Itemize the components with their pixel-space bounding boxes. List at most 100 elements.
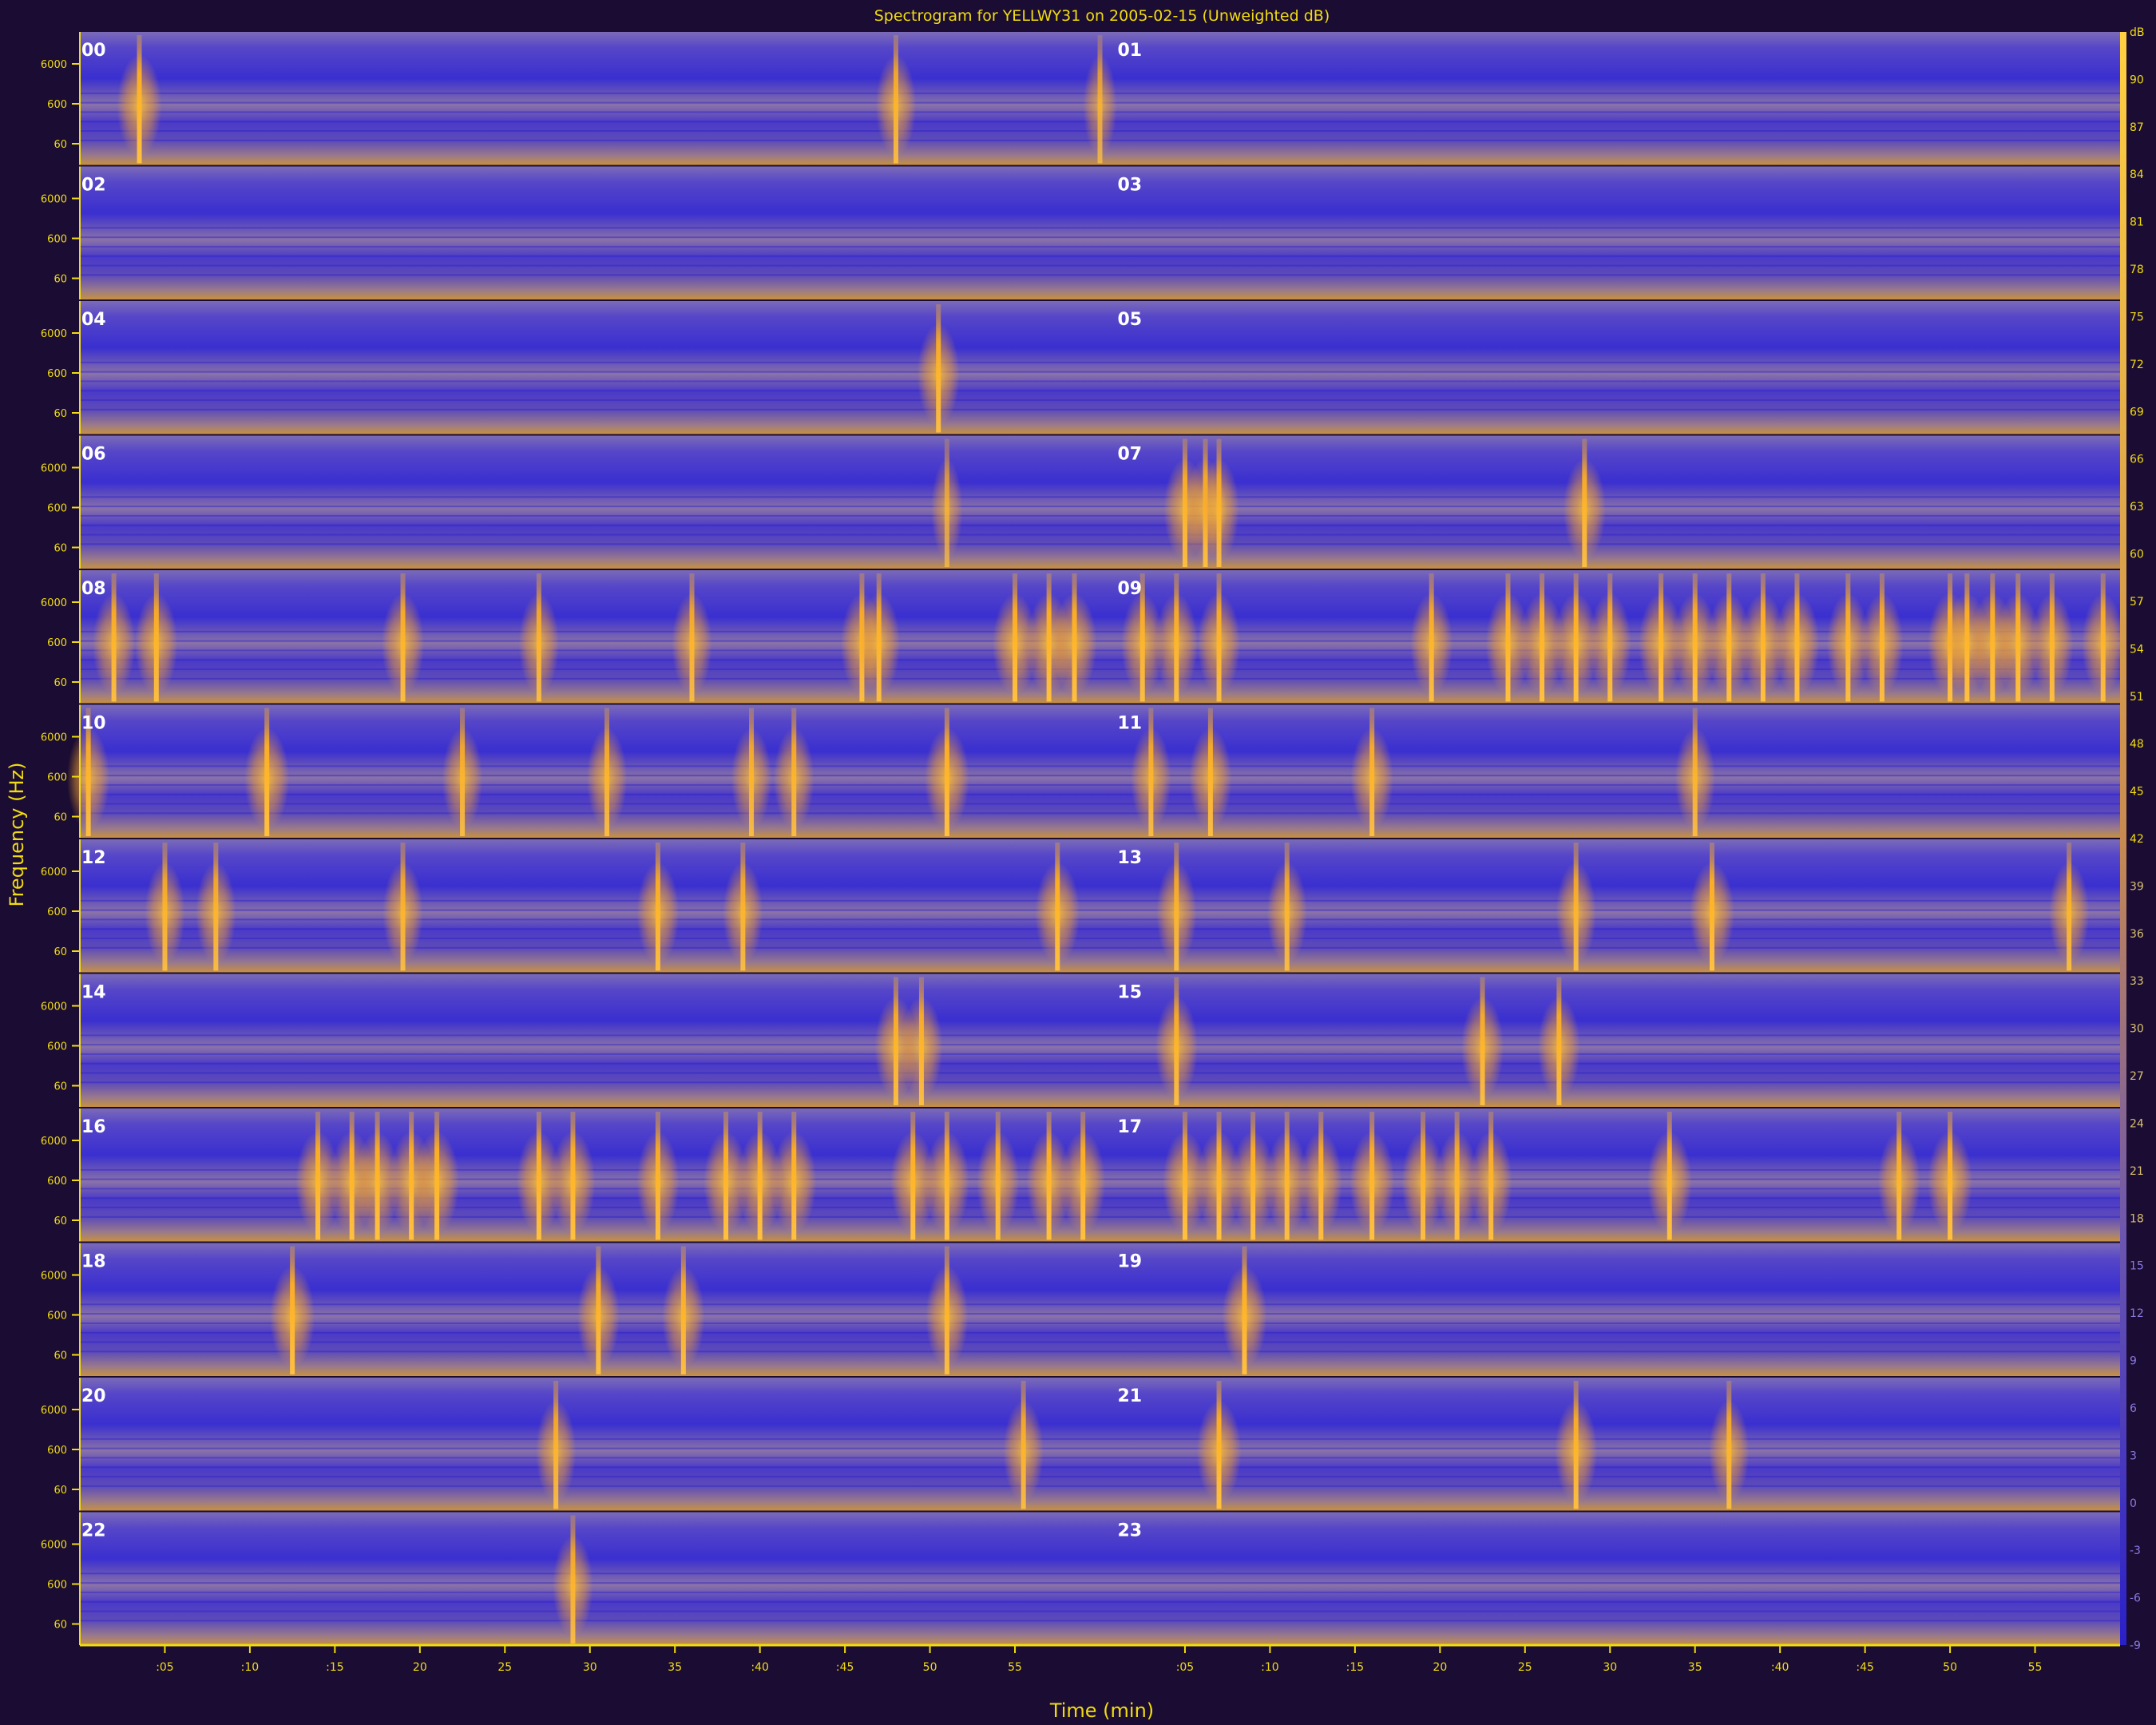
sound-event-spike bbox=[290, 1246, 295, 1374]
band-streak bbox=[80, 765, 2120, 767]
band-streak bbox=[80, 514, 2120, 517]
x-tick-label: 55 bbox=[2028, 1661, 2043, 1674]
sound-event-spike bbox=[1216, 1381, 1222, 1509]
hour-label: 09 bbox=[1118, 579, 1143, 599]
band-streak bbox=[80, 1350, 2120, 1353]
band-streak bbox=[80, 1457, 2120, 1459]
sound-event-spike bbox=[1216, 438, 1222, 567]
colorbar-strip bbox=[2120, 32, 2126, 1645]
y-tick-label: 60 bbox=[54, 1081, 67, 1093]
x-tick-label: 25 bbox=[1518, 1661, 1532, 1674]
y-tick-label: 6000 bbox=[41, 59, 67, 71]
x-axis-label: Time (min) bbox=[1049, 1699, 1154, 1722]
band-streak bbox=[80, 1572, 2120, 1575]
sound-event-spike bbox=[460, 708, 466, 836]
x-tick-label: :15 bbox=[1346, 1661, 1365, 1674]
y-tick-label: 600 bbox=[47, 1580, 67, 1592]
sound-event-spike bbox=[1429, 573, 1434, 702]
hour-label: 21 bbox=[1118, 1386, 1143, 1406]
colorbar: dB90878481787572696663605754514845423936… bbox=[2120, 26, 2145, 1652]
y-tick-label: 60 bbox=[54, 274, 67, 286]
y-tick-label: 600 bbox=[47, 503, 67, 515]
sound-event-spike bbox=[944, 1246, 949, 1374]
colorbar-tick-label: 15 bbox=[2130, 1260, 2144, 1273]
band-row-3 bbox=[80, 435, 2120, 569]
y-tick-label: 600 bbox=[47, 99, 67, 111]
hour-label: 01 bbox=[1118, 41, 1143, 61]
colorbar-tick-label: 30 bbox=[2130, 1023, 2144, 1036]
y-tick-label: 6000 bbox=[41, 1405, 67, 1417]
y-tick-label: 60 bbox=[54, 946, 67, 958]
colorbar-tick-label: 60 bbox=[2130, 549, 2144, 561]
colorbar-tick-label: 27 bbox=[2130, 1070, 2144, 1083]
y-tick-label: 6000 bbox=[41, 194, 67, 206]
hour-label: 15 bbox=[1118, 983, 1143, 1003]
y-tick-label: 60 bbox=[54, 1620, 67, 1632]
x-tick-label: :10 bbox=[1261, 1661, 1279, 1674]
band-streak bbox=[80, 1044, 2120, 1046]
band-streak bbox=[80, 793, 2120, 795]
band-streak bbox=[80, 1438, 2120, 1440]
x-tick-label: :40 bbox=[1771, 1661, 1789, 1674]
sound-event-spike bbox=[400, 843, 406, 971]
band-streak bbox=[80, 1600, 2120, 1603]
sound-event-spike bbox=[1250, 1112, 1256, 1240]
hour-label: 06 bbox=[81, 445, 106, 465]
sound-event-spike bbox=[1182, 1112, 1187, 1240]
sound-event-spike bbox=[1421, 1112, 1426, 1240]
band-streak bbox=[80, 1620, 2120, 1622]
hour-label: 08 bbox=[81, 579, 106, 599]
y-tick-label: 600 bbox=[47, 234, 67, 246]
sound-event-spike bbox=[1794, 573, 1800, 702]
sound-event-spike bbox=[689, 573, 695, 702]
x-tick-label: 30 bbox=[1603, 1661, 1617, 1674]
sound-event-spike bbox=[1097, 35, 1103, 164]
y-tick-label: 600 bbox=[47, 1041, 67, 1053]
band-streak bbox=[80, 399, 2120, 402]
sound-event-spike bbox=[434, 1112, 440, 1240]
sound-event-spike bbox=[1607, 573, 1613, 702]
x-tick-label: :05 bbox=[156, 1661, 174, 1674]
band-streak bbox=[80, 524, 2120, 526]
sound-event-spike bbox=[553, 1381, 559, 1509]
sound-event-spike bbox=[1573, 843, 1579, 971]
y-tick-label: 6000 bbox=[41, 1136, 67, 1148]
x-tick-label: 20 bbox=[413, 1661, 427, 1674]
sound-event-spike bbox=[1080, 1112, 1086, 1240]
colorbar-tick-label: 3 bbox=[2130, 1449, 2137, 1462]
sound-event-spike bbox=[1013, 573, 1018, 702]
y-tick-label: 60 bbox=[54, 139, 67, 151]
sound-event-spike bbox=[723, 1112, 729, 1240]
y-tick-label: 600 bbox=[47, 1311, 67, 1322]
band-streak bbox=[80, 1331, 2120, 1334]
colorbar-tick-label: 57 bbox=[2130, 596, 2144, 609]
sound-event-spike bbox=[1505, 573, 1511, 702]
hour-label: 05 bbox=[1118, 310, 1143, 330]
band-streak bbox=[80, 1072, 2120, 1074]
sound-event-spike bbox=[1692, 708, 1698, 836]
y-tick-label: 600 bbox=[47, 1176, 67, 1188]
sound-event-spike bbox=[2100, 573, 2106, 702]
y-tick-label: 6000 bbox=[41, 328, 67, 340]
sound-event-spike bbox=[1896, 1112, 1902, 1240]
band-row-11 bbox=[80, 1512, 2120, 1645]
band-streak bbox=[80, 408, 2120, 410]
y-tick-label: 6000 bbox=[41, 866, 67, 878]
band-streak bbox=[80, 255, 2120, 257]
sound-event-spike bbox=[910, 1112, 916, 1240]
band-streak bbox=[80, 1582, 2120, 1584]
sound-event-spike bbox=[1072, 573, 1077, 702]
sound-event-spike bbox=[1480, 977, 1485, 1105]
sound-event-spike bbox=[1845, 573, 1851, 702]
y-tick-label: 60 bbox=[54, 1485, 67, 1497]
colorbar-tick-label: 75 bbox=[2130, 311, 2144, 323]
sound-event-spike bbox=[536, 573, 541, 702]
sound-event-spike bbox=[1242, 1246, 1247, 1374]
sound-event-spike bbox=[1726, 573, 1732, 702]
band-streak bbox=[80, 236, 2120, 239]
hour-label: 22 bbox=[81, 1521, 106, 1541]
colorbar-tick-label: -6 bbox=[2130, 1592, 2141, 1605]
colorbar-tick-label: 18 bbox=[2130, 1212, 2144, 1225]
band-streak bbox=[80, 390, 2120, 392]
colorbar-tick-label: 33 bbox=[2130, 975, 2144, 988]
